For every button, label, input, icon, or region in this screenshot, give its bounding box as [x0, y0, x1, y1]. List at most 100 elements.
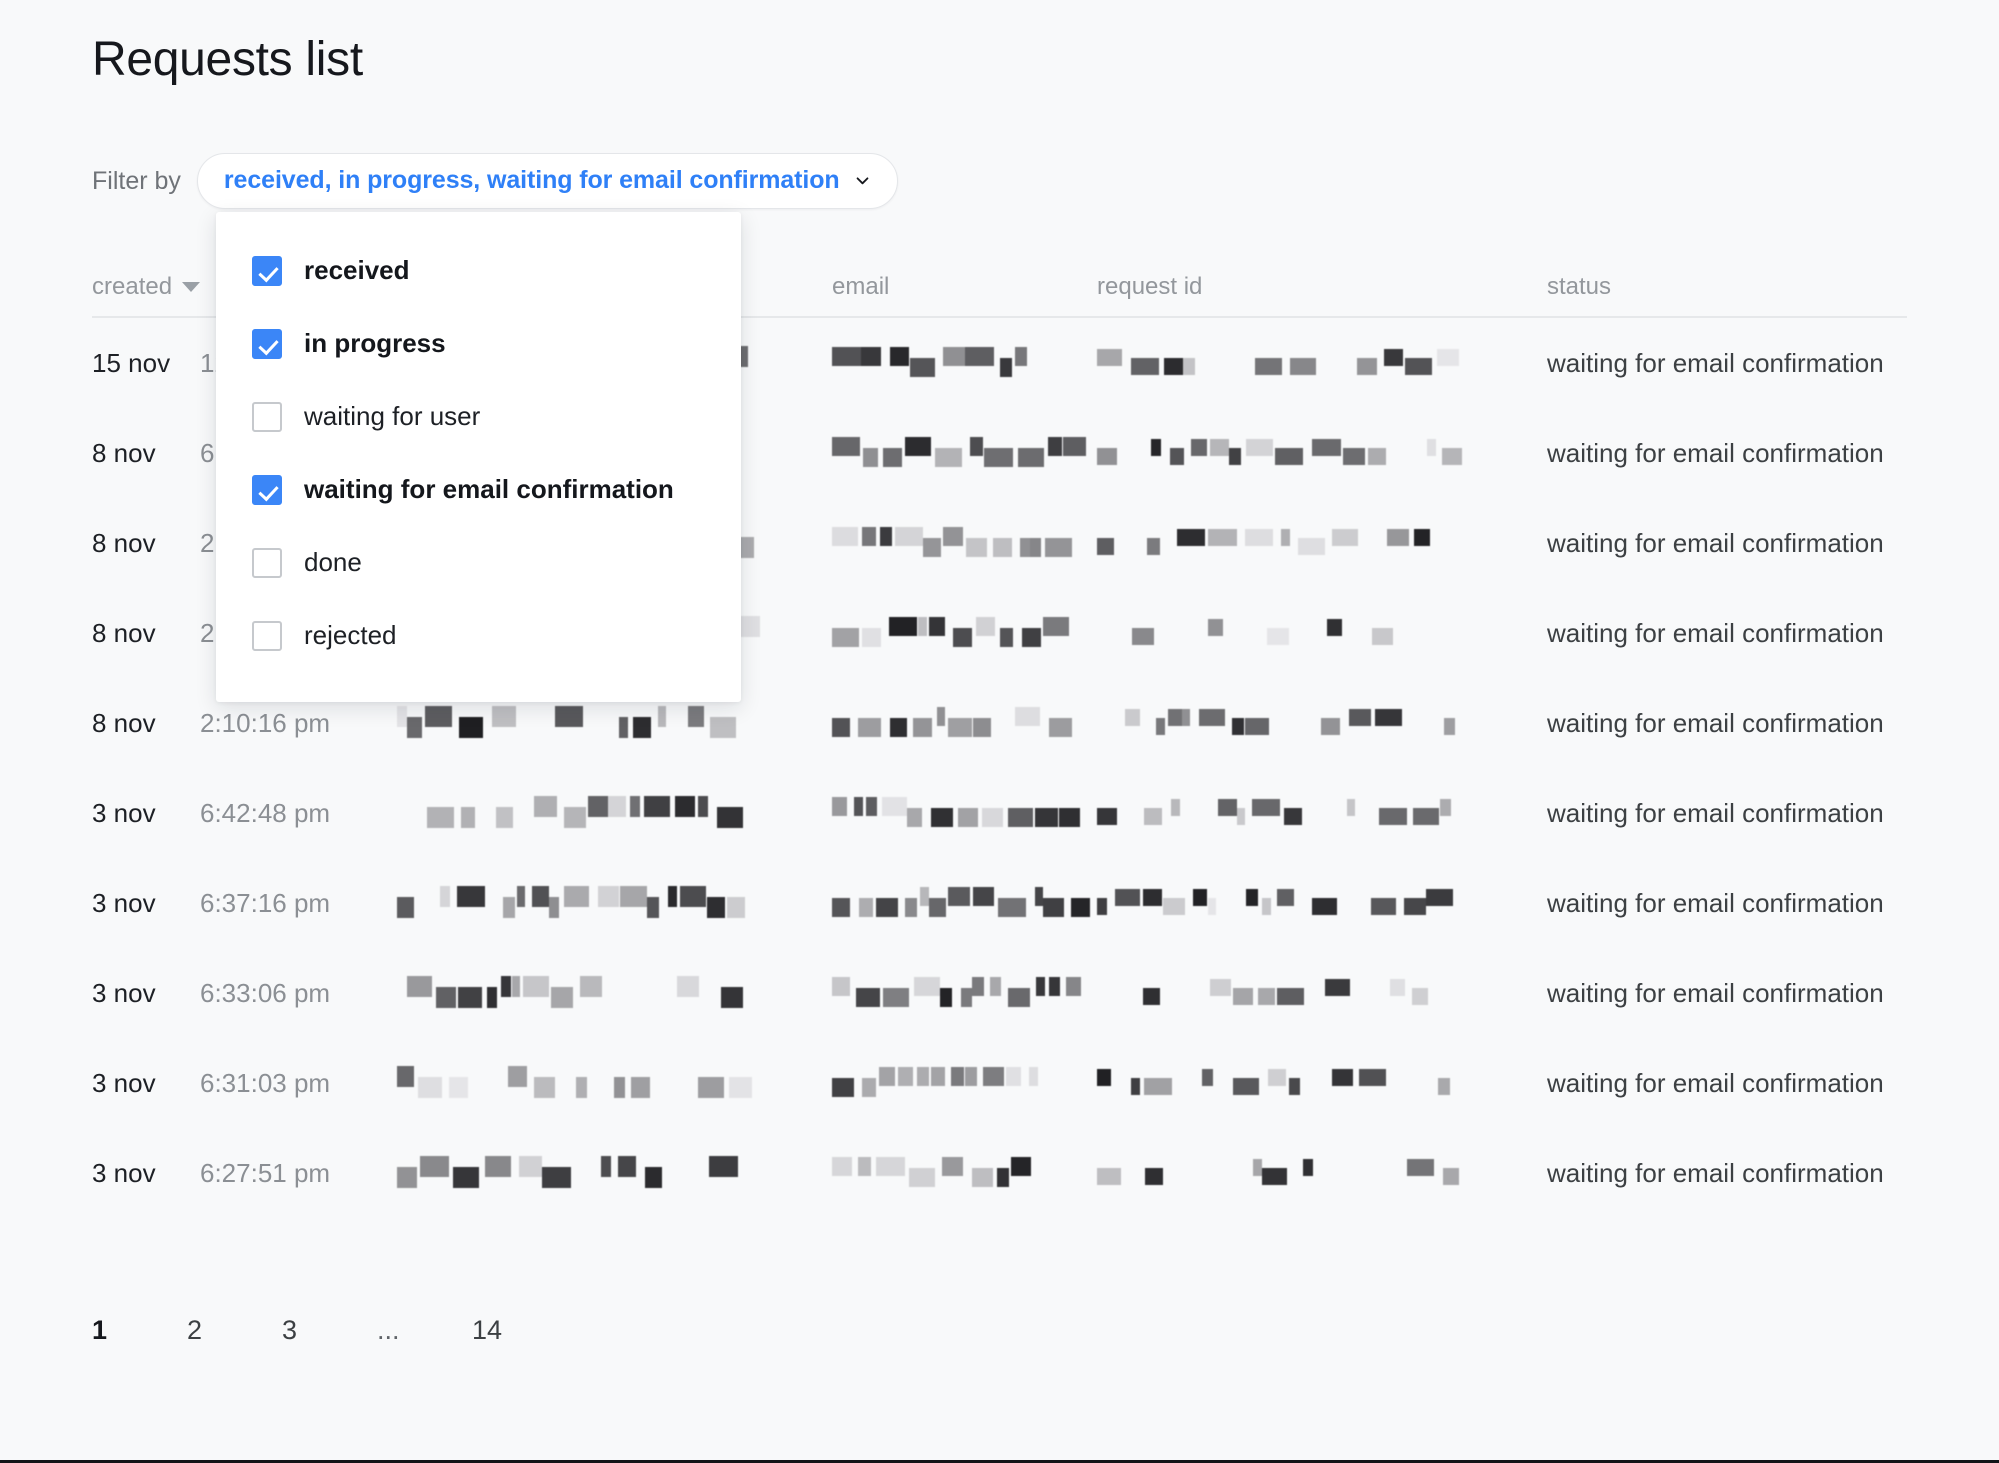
pagination-page-2[interactable]: 2 [187, 1315, 282, 1346]
checkbox-unchecked-icon[interactable] [252, 620, 282, 651]
column-header-created-label: created [92, 273, 173, 300]
cell-request-id-redacted [1097, 1159, 1547, 1187]
status-text: waiting for email confirmation [1547, 1067, 1884, 1098]
cell-email-redacted [832, 527, 1097, 559]
cell-status: waiting for email confirmation [1547, 528, 1907, 559]
cell-created: 8 nov 2:10:16 pm [92, 708, 397, 739]
checkbox-checked-icon[interactable] [252, 328, 282, 359]
page-title: Requests list [92, 33, 363, 86]
filter-option-label: rejected [304, 620, 397, 650]
cell-status: waiting for email confirmation [1547, 798, 1907, 829]
checkbox-checked-icon[interactable] [252, 474, 282, 505]
filter-option-in-progress[interactable]: in progress [216, 307, 741, 380]
checkbox-unchecked-icon[interactable] [252, 401, 282, 432]
cell-name-redacted [397, 706, 832, 740]
table-row[interactable]: 3 nov 6:27:51 pm waiting for email confirm… [92, 1128, 1907, 1218]
created-date: 15 nov [92, 347, 171, 378]
filter-option-label: waiting for email confirmation [304, 474, 674, 504]
status-text: waiting for email confirmation [1547, 527, 1884, 558]
cell-request-id-redacted [1097, 889, 1547, 917]
filter-option-label: done [304, 547, 362, 577]
cell-status: waiting for email confirmation [1547, 1068, 1907, 1099]
checkbox-checked-icon[interactable] [252, 255, 282, 286]
filter-option-label: received [304, 255, 410, 285]
status-text: waiting for email confirmation [1547, 347, 1884, 378]
filter-option-rejected[interactable]: rejected [216, 599, 741, 672]
column-header-status[interactable]: status [1547, 273, 1907, 301]
filter-option-waiting-for-email-confirmation[interactable]: waiting for email confirmation [216, 453, 741, 526]
cell-status: waiting for email confirmation [1547, 618, 1907, 649]
cell-status: waiting for email confirmation [1547, 888, 1907, 919]
cell-email-redacted [832, 617, 1097, 649]
status-text: waiting for email confirmation [1547, 437, 1884, 468]
pagination-page-1[interactable]: 1 [92, 1315, 187, 1346]
cell-email-redacted [832, 797, 1097, 829]
column-header-status-label: status [1547, 273, 1612, 300]
status-text: waiting for email confirmation [1547, 797, 1884, 828]
filter-option-waiting-for-user[interactable]: waiting for user [216, 380, 741, 453]
status-filter-dropdown-menu[interactable]: received in progress waiting for user waiti… [216, 212, 741, 702]
cell-email-redacted [832, 707, 1097, 739]
cell-status: waiting for email confirmation [1547, 438, 1907, 469]
created-date: 3 nov [92, 887, 156, 918]
cell-status: waiting for email confirmation [1547, 348, 1907, 379]
cell-email-redacted [832, 887, 1097, 919]
created-date: 3 nov [92, 1157, 156, 1188]
table-row[interactable]: 3 nov 6:33:06 pm waiting for email confirm… [92, 948, 1907, 1038]
created-date: 3 nov [92, 977, 156, 1008]
status-text: waiting for email confirmation [1547, 887, 1884, 918]
created-date: 8 nov [92, 527, 156, 558]
column-header-email[interactable]: email [832, 273, 1097, 301]
filter-option-label: waiting for user [304, 401, 481, 431]
cell-request-id-redacted [1097, 979, 1547, 1007]
requests-list-page: Requests list Filter by received, in pro… [0, 0, 1999, 1463]
cell-name-redacted [397, 1156, 832, 1190]
cell-status: waiting for email confirmation [1547, 1158, 1907, 1189]
pagination-ellipsis: ... [377, 1315, 400, 1345]
cell-name-redacted [397, 1066, 832, 1100]
table-row[interactable]: 3 nov 6:37:16 pm waiting for email confirm… [92, 858, 1907, 948]
column-header-request-id-label: request id [1097, 273, 1203, 300]
table-row[interactable]: 3 nov 6:42:48 pm waiting for email confirm… [92, 768, 1907, 858]
cell-email-redacted [832, 1067, 1097, 1099]
pagination: 1 2 3... 14 [92, 1315, 502, 1346]
column-header-request-id[interactable]: request id [1097, 273, 1547, 301]
created-time: 2:10:16 pm [200, 707, 331, 738]
created-date: 3 nov [92, 1067, 156, 1098]
status-filter-dropdown-button[interactable]: received, in progress, waiting for email… [196, 153, 898, 209]
cell-name-redacted [397, 796, 832, 830]
cell-created: 3 nov 6:37:16 pm [92, 888, 397, 919]
created-time: 6:31:03 pm [200, 1067, 331, 1098]
cell-request-id-redacted [1097, 799, 1547, 827]
filter-option-label: in progress [304, 328, 446, 358]
cell-created: 3 nov 6:27:51 pm [92, 1158, 397, 1189]
pagination-page-3[interactable]: 3 [282, 1315, 377, 1346]
sort-descending-caret-icon [182, 282, 201, 292]
checkbox-unchecked-icon[interactable] [252, 547, 282, 578]
status-filter-value: received, in progress, waiting for email… [223, 166, 840, 194]
column-header-email-label: email [832, 273, 890, 300]
status-text: waiting for email confirmation [1547, 977, 1884, 1008]
table-row[interactable]: 3 nov 6:31:03 pm waiting for email confirm… [92, 1038, 1907, 1128]
cell-email-redacted [832, 977, 1097, 1009]
created-time: 6:37:16 pm [200, 887, 331, 918]
created-date: 3 nov [92, 797, 156, 828]
status-text: waiting for email confirmation [1547, 617, 1884, 648]
status-text: waiting for email confirmation [1547, 1157, 1884, 1188]
cell-request-id-redacted [1097, 349, 1547, 377]
filter-label: Filter by [92, 166, 181, 195]
cell-request-id-redacted [1097, 529, 1547, 557]
cell-email-redacted [832, 437, 1097, 469]
filter-option-done[interactable]: done [216, 526, 741, 599]
cell-name-redacted [397, 886, 832, 920]
filter-option-received[interactable]: received [216, 234, 741, 307]
cell-created: 3 nov 6:31:03 pm [92, 1068, 397, 1099]
cell-request-id-redacted [1097, 439, 1547, 467]
cell-request-id-redacted [1097, 619, 1547, 647]
pagination-page-14[interactable]: 14 [472, 1315, 502, 1346]
cell-request-id-redacted [1097, 709, 1547, 737]
filter-row: Filter by received, in progress, waiting… [92, 153, 898, 209]
chevron-down-icon [854, 172, 871, 189]
created-time: 6:33:06 pm [200, 977, 331, 1008]
cell-created: 3 nov 6:33:06 pm [92, 978, 397, 1009]
